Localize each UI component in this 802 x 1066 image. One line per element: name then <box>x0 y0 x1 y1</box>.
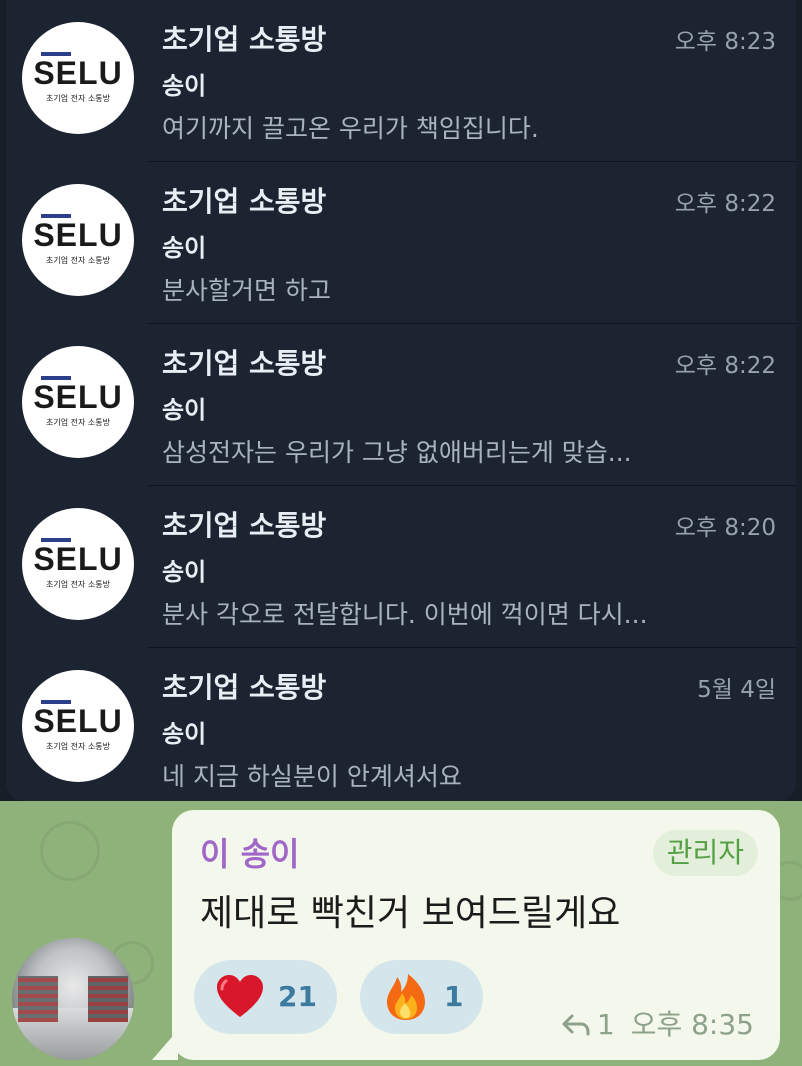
notification-time: 오후 8:20 <box>674 515 776 541</box>
avatar-shelf <box>18 976 58 1022</box>
avatar-logo: SELU <box>33 379 123 415</box>
notification-item[interactable]: SELU 초기업 전자 소통방 초기업 소통방 오후 8:23 송이 여기까지 … <box>6 0 796 162</box>
notification-sender: 송이 <box>162 396 207 424</box>
message-bubble[interactable]: 이 송이 관리자 제대로 빡친거 보여드릴게요 21 1 1 오후 8:35 <box>172 810 780 1060</box>
reaction-count: 21 <box>278 980 317 1013</box>
notification-message: 분사할거면 하고 <box>162 276 331 305</box>
group-avatar: SELU 초기업 전자 소통방 <box>22 184 134 296</box>
avatar-subtitle: 초기업 전자 소통방 <box>46 580 110 589</box>
message-text: 제대로 빡친거 보여드릴게요 <box>200 893 621 934</box>
notification-card: SELU 초기업 전자 소통방 초기업 소통방 오후 8:23 송이 여기까지 … <box>6 0 796 801</box>
avatar-logo: SELU <box>33 55 123 91</box>
notification-item[interactable]: SELU 초기업 전자 소통방 초기업 소통방 5월 4일 송이 네 지금 하실… <box>6 648 796 810</box>
notification-message: 네 지금 하실분이 안계셔서요 <box>162 762 462 791</box>
avatar-logo: SELU <box>33 703 123 739</box>
notification-sender: 송이 <box>162 558 207 586</box>
role-badge: 관리자 <box>652 830 758 876</box>
notification-item[interactable]: SELU 초기업 전자 소통방 초기업 소통방 오후 8:22 송이 삼성전자는… <box>6 324 796 486</box>
notification-time: 오후 8:22 <box>674 191 776 217</box>
avatar-shelf <box>88 976 128 1022</box>
notification-time: 오후 8:23 <box>674 29 776 55</box>
group-avatar: SELU 초기업 전자 소통방 <box>22 346 134 458</box>
reply-count: 1 <box>596 1008 615 1041</box>
notification-message: 여기까지 끌고온 우리가 책임집니다. <box>162 114 539 143</box>
sender-avatar[interactable] <box>12 938 134 1060</box>
avatar-subtitle: 초기업 전자 소통방 <box>46 418 110 427</box>
fire-icon <box>387 974 425 1020</box>
notification-group-name: 초기업 소통방 <box>162 185 327 218</box>
group-avatar: SELU 초기업 전자 소통방 <box>22 22 134 134</box>
message-time: 오후 8:35 <box>630 1008 754 1041</box>
notification-sender: 송이 <box>162 234 207 262</box>
avatar-logo: SELU <box>33 541 123 577</box>
avatar-subtitle: 초기업 전자 소통방 <box>46 742 110 751</box>
notification-group-name: 초기업 소통방 <box>162 509 327 542</box>
avatar-subtitle: 초기업 전자 소통방 <box>46 94 110 103</box>
reaction-fire[interactable]: 1 <box>360 960 484 1034</box>
reply-icon <box>562 1014 590 1036</box>
notification-item[interactable]: SELU 초기업 전자 소통방 초기업 소통방 오후 8:20 송이 분사 각오… <box>6 486 796 648</box>
notification-group-name: 초기업 소통방 <box>162 671 327 704</box>
sender-name[interactable]: 이 송이 <box>200 834 299 874</box>
notification-message: 분사 각오로 전달합니다. 이번에 꺽이면 다시... <box>162 600 648 629</box>
background-pattern <box>40 821 100 881</box>
message-meta: 1 오후 8:35 <box>561 1008 754 1042</box>
group-avatar: SELU 초기업 전자 소통방 <box>22 508 134 620</box>
heart-icon <box>217 975 263 1017</box>
notification-message: 삼성전자는 우리가 그냥 없애버리는게 맞습... <box>162 438 632 467</box>
notification-time: 5월 4일 <box>697 677 776 703</box>
reaction-count: 1 <box>444 980 464 1013</box>
notification-sender: 송이 <box>162 720 207 748</box>
notification-item[interactable]: SELU 초기업 전자 소통방 초기업 소통방 오후 8:22 송이 분사할거면… <box>6 162 796 324</box>
notification-sender: 송이 <box>162 72 207 100</box>
notification-list: SELU 초기업 전자 소통방 초기업 소통방 오후 8:23 송이 여기까지 … <box>0 0 802 801</box>
notification-group-name: 초기업 소통방 <box>162 23 327 56</box>
notification-group-name: 초기업 소통방 <box>162 347 327 380</box>
notification-time: 오후 8:22 <box>674 353 776 379</box>
reaction-heart[interactable]: 21 <box>194 960 337 1034</box>
group-avatar: SELU 초기업 전자 소통방 <box>22 670 134 782</box>
avatar-logo: SELU <box>33 217 123 253</box>
avatar-subtitle: 초기업 전자 소통방 <box>46 256 110 265</box>
